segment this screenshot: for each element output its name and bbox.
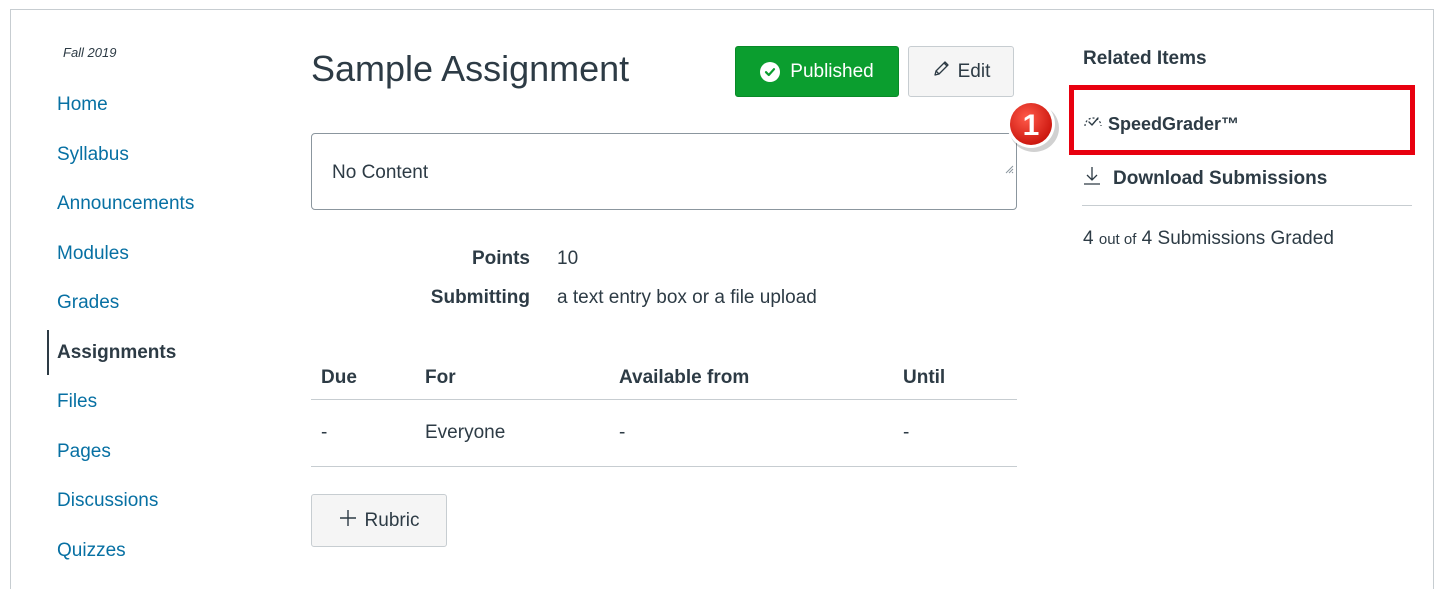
course-nav: Home Syllabus Announcements Modules Grad… bbox=[47, 80, 194, 575]
nav-item-files[interactable]: Files bbox=[47, 377, 194, 427]
edit-button[interactable]: Edit bbox=[908, 46, 1014, 97]
cell-due: - bbox=[321, 422, 328, 443]
sidebar-divider bbox=[1082, 205, 1412, 206]
download-label: Download Submissions bbox=[1113, 168, 1328, 189]
graded-total: 4 Submissions Graded bbox=[1141, 228, 1334, 249]
page-title: Sample Assignment bbox=[311, 48, 630, 89]
header-due: Due bbox=[321, 367, 357, 388]
description-text: No Content bbox=[332, 162, 429, 183]
submissions-graded-status: 4 out of 4 Submissions Graded bbox=[1083, 228, 1334, 250]
highlight-box bbox=[1069, 85, 1415, 155]
edit-label: Edit bbox=[957, 60, 991, 82]
nav-item-pages[interactable]: Pages bbox=[47, 427, 194, 477]
check-circle-icon bbox=[760, 61, 781, 82]
header-until: Until bbox=[903, 367, 946, 388]
step-number: 1 bbox=[1023, 109, 1040, 142]
nav-item-announcements[interactable]: Announcements bbox=[47, 179, 194, 229]
nav-item-discussions[interactable]: Discussions bbox=[47, 476, 194, 526]
pencil-icon bbox=[932, 60, 952, 84]
header-for: For bbox=[425, 367, 456, 388]
plus-icon bbox=[339, 509, 357, 533]
dates-table: Due For Available from Until - Everyone … bbox=[311, 362, 1017, 467]
cell-available-from: - bbox=[619, 422, 626, 443]
points-label: Points bbox=[471, 248, 530, 269]
course-term: Fall 2019 bbox=[63, 45, 117, 60]
table-row: - Everyone - - bbox=[311, 400, 1017, 467]
description-box: No Content bbox=[311, 133, 1017, 210]
points-value: 10 bbox=[557, 248, 579, 269]
dates-header-row: Due For Available from Until bbox=[311, 362, 1017, 400]
download-icon bbox=[1083, 166, 1101, 192]
cell-for: Everyone bbox=[425, 422, 506, 443]
nav-item-quizzes[interactable]: Quizzes bbox=[47, 526, 194, 576]
rubric-label: Rubric bbox=[364, 509, 420, 531]
nav-item-assignments[interactable]: Assignments bbox=[47, 328, 194, 378]
graded-count: 4 bbox=[1083, 228, 1094, 249]
download-submissions-link[interactable]: Download Submissions bbox=[1083, 166, 1327, 192]
cell-until: - bbox=[903, 422, 910, 443]
nav-item-home[interactable]: Home bbox=[47, 80, 194, 130]
header-available-from: Available from bbox=[619, 367, 750, 388]
submitting-label: Submitting bbox=[430, 287, 530, 308]
nav-item-syllabus[interactable]: Syllabus bbox=[47, 130, 194, 180]
add-rubric-button[interactable]: Rubric bbox=[311, 494, 447, 547]
submitting-value: a text entry box or a file upload bbox=[557, 287, 817, 308]
published-label: Published bbox=[790, 60, 874, 82]
published-button[interactable]: Published bbox=[735, 46, 899, 97]
graded-out-of: out of bbox=[1098, 231, 1137, 248]
step-badge: 1 bbox=[1001, 97, 1063, 155]
related-items-heading: Related Items bbox=[1083, 48, 1207, 69]
